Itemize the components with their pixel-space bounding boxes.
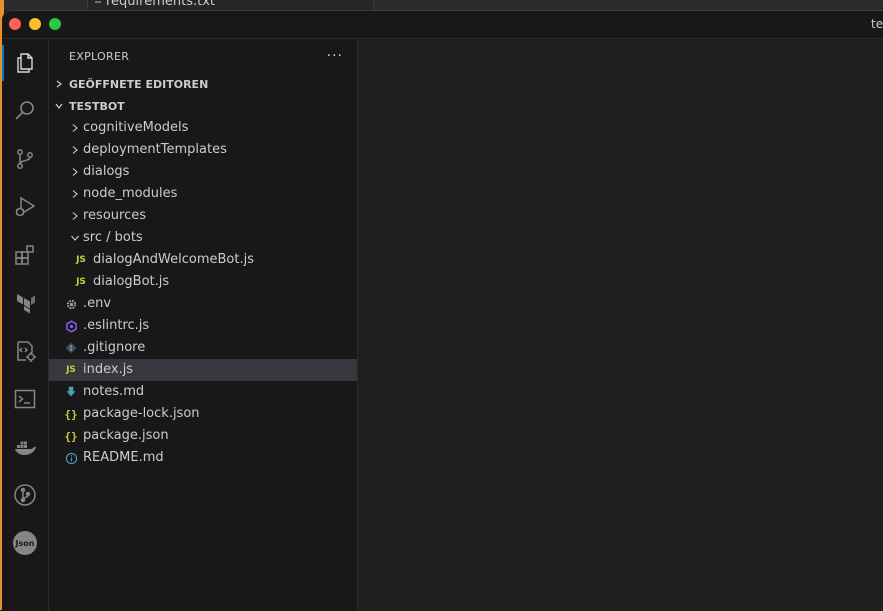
tree-folder[interactable]: resources [49, 205, 357, 227]
chevron-down-icon [49, 101, 69, 111]
tree-file[interactable]: {} package.json [49, 425, 357, 447]
tree-item-label: README.md [83, 450, 164, 465]
gear-icon [63, 296, 79, 312]
javascript-file-icon: JS [76, 255, 86, 265]
activity-source-control[interactable] [2, 139, 48, 179]
tree-folder[interactable]: deploymentTemplates [49, 139, 357, 161]
tree-item-label: src / bots [83, 230, 143, 245]
json-file-icon: {} [64, 407, 78, 421]
search-icon [15, 101, 34, 120]
zoom-window-button[interactable] [49, 18, 61, 30]
tree-item-label: dialogs [83, 164, 130, 179]
tree-folder[interactable]: node_modules [49, 183, 357, 205]
title-bar: te [2, 11, 883, 39]
tree-item-label: .eslintrc.js [83, 318, 150, 333]
minimize-window-button[interactable] [29, 18, 41, 30]
chevron-down-icon [67, 233, 83, 243]
tree-file[interactable]: JS dialogAndWelcomeBot.js [49, 249, 357, 271]
file-lines-icon [95, 1, 101, 3]
chevron-right-icon [67, 167, 83, 177]
vscode-window: te Json EXPLORER ··· GEÖFFNETE EDITOREN … [2, 10, 883, 611]
activity-git-graph[interactable] [2, 475, 48, 515]
activity-remote-explorer[interactable] [2, 331, 48, 371]
tree-file[interactable]: notes.md [49, 381, 357, 403]
run-debug-icon [15, 196, 36, 217]
javascript-file-icon: JS [76, 277, 86, 287]
open-editors-label: GEÖFFNETE EDITOREN [69, 77, 209, 91]
git-graph-icon [14, 484, 36, 506]
close-window-button[interactable] [9, 18, 21, 30]
tree-item-label: node_modules [83, 186, 178, 201]
markdown-download-icon [63, 384, 79, 400]
editor-area[interactable] [358, 39, 883, 611]
extensions-icon [15, 245, 34, 265]
activity-json[interactable]: Json [2, 523, 48, 563]
more-actions-button[interactable]: ··· [327, 48, 343, 64]
tree-file[interactable]: JS dialogBot.js [49, 271, 357, 293]
activity-run-debug[interactable] [2, 187, 48, 227]
tree-item-label: dialogBot.js [93, 274, 170, 289]
activity-search[interactable] [2, 91, 48, 131]
terminal-icon [14, 389, 36, 409]
window-title: te [871, 17, 883, 31]
chevron-right-icon [67, 189, 83, 199]
tree-folder[interactable]: cognitiveModels [49, 117, 357, 139]
tree-item-label: package.json [83, 428, 169, 443]
javascript-file-icon: JS [66, 365, 76, 375]
json-file-icon: {} [64, 429, 78, 443]
chevron-right-icon [67, 123, 83, 133]
activity-explorer[interactable] [2, 43, 48, 83]
activity-terminal[interactable] [2, 379, 48, 419]
tree-folder-expanded[interactable]: src / bots [49, 227, 357, 249]
chevron-right-icon [67, 145, 83, 155]
background-window-tab[interactable]: requirements.txt [87, 0, 374, 10]
tree-item-label: dialogAndWelcomeBot.js [93, 252, 254, 267]
explorer-sidebar: EXPLORER ··· GEÖFFNETE EDITOREN TESTBOT … [49, 39, 358, 611]
project-label: TESTBOT [69, 99, 125, 113]
activity-extensions[interactable] [2, 235, 48, 275]
open-editors-section[interactable]: GEÖFFNETE EDITOREN [49, 73, 357, 95]
activity-terraform[interactable] [2, 283, 48, 323]
explorer-header: EXPLORER ··· [49, 39, 357, 73]
chevron-right-icon [49, 79, 69, 89]
tree-item-label: notes.md [83, 384, 145, 399]
eslint-icon [63, 318, 79, 334]
file-tree: cognitiveModels deploymentTemplates dial… [49, 117, 357, 469]
background-window-filename: requirements.txt [106, 0, 216, 9]
tree-file[interactable]: {} package-lock.json [49, 403, 357, 425]
terraform-icon [17, 294, 35, 314]
tree-file[interactable]: .eslintrc.js [49, 315, 357, 337]
json-icon-label: Json [15, 538, 35, 548]
activity-bar: Json [2, 39, 49, 611]
project-section[interactable]: TESTBOT [49, 95, 357, 117]
git-icon [63, 340, 79, 356]
docker-icon [15, 441, 36, 455]
tree-item-label: deploymentTemplates [83, 142, 227, 157]
tree-item-label: .gitignore [83, 340, 146, 355]
tree-item-label: resources [83, 208, 147, 223]
tree-item-label: index.js [83, 362, 134, 377]
chevron-right-icon [67, 211, 83, 221]
activity-docker[interactable] [2, 427, 48, 467]
tree-file[interactable]: .gitignore [49, 337, 357, 359]
info-icon [63, 450, 79, 466]
tree-file-selected[interactable]: JS index.js [49, 359, 357, 381]
files-icon [17, 53, 33, 73]
json-icon: Json [13, 531, 37, 555]
explorer-title: EXPLORER [69, 49, 130, 63]
tree-item-label: package-lock.json [83, 406, 200, 421]
tree-folder[interactable]: dialogs [49, 161, 357, 183]
tree-file[interactable]: .env [49, 293, 357, 315]
tree-item-label: cognitiveModels [83, 120, 189, 135]
tree-item-label: .env [83, 296, 112, 311]
tree-file[interactable]: README.md [49, 447, 357, 469]
remote-explorer-icon [17, 341, 36, 362]
source-control-icon [17, 149, 33, 169]
